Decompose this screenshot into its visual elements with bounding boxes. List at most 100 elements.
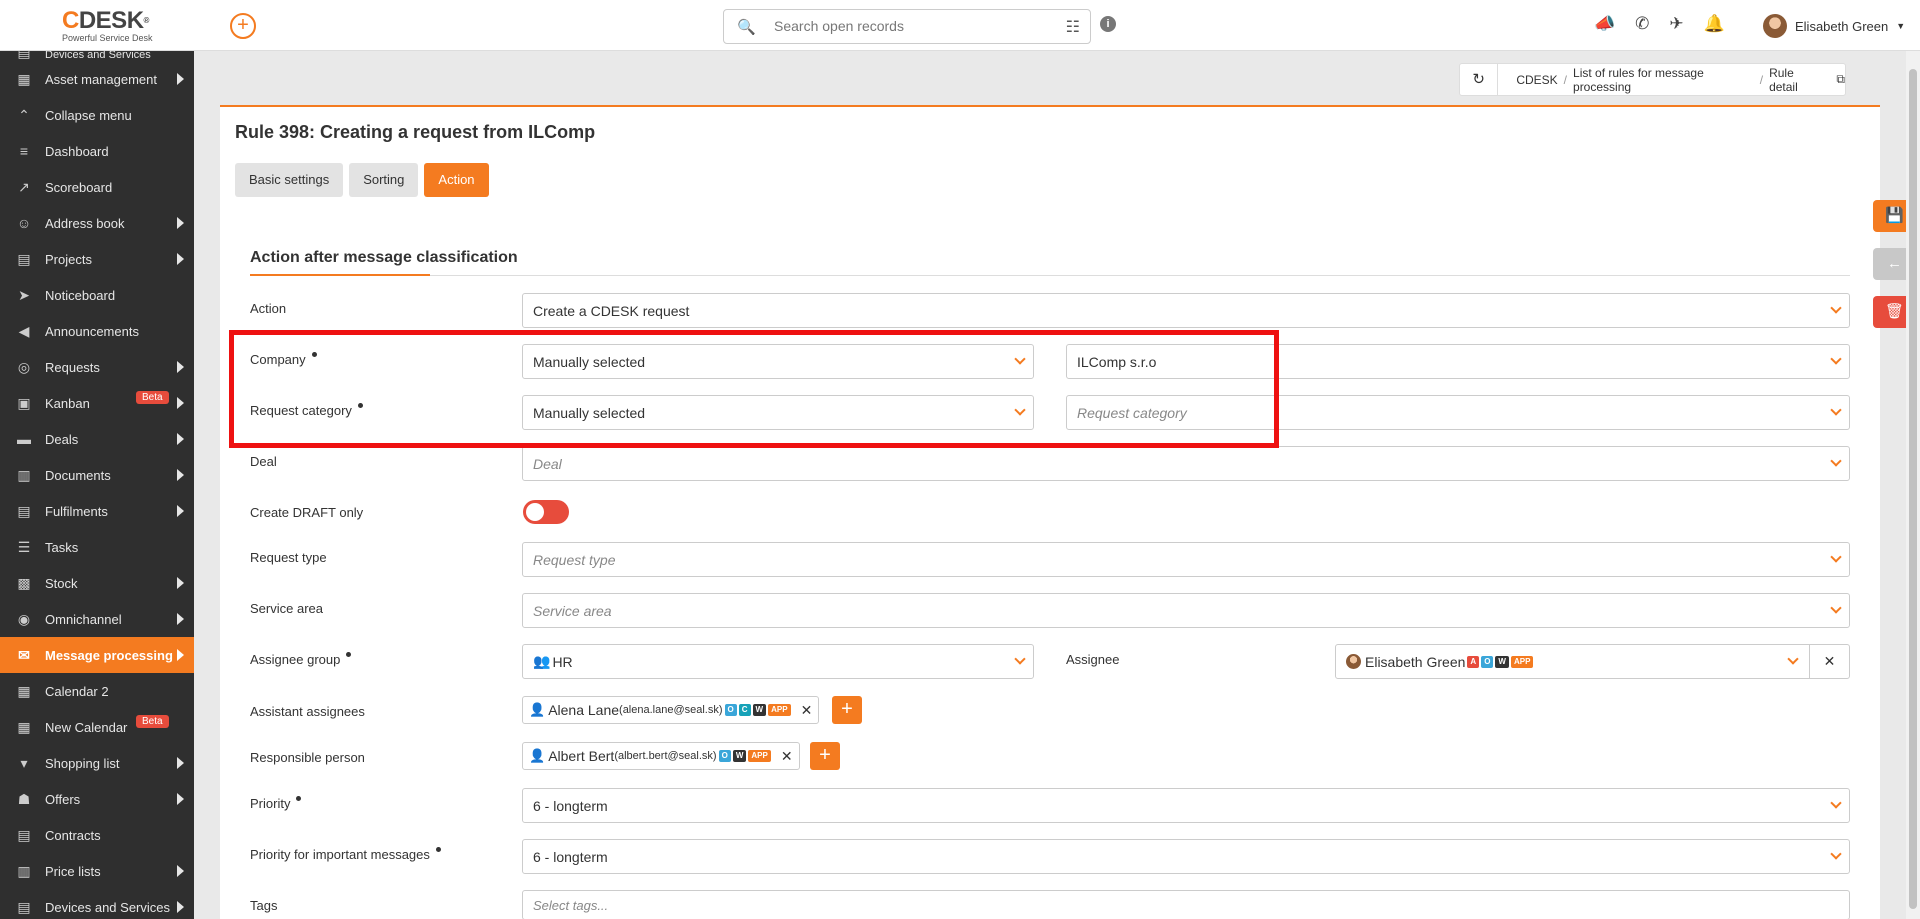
page-title: Rule 398: Creating a request from ILComp <box>235 122 596 142</box>
sidebar-item-tasks[interactable]: ☰ Tasks <box>0 529 194 565</box>
airplane-icon[interactable]: ✈ <box>1669 14 1683 34</box>
sidebar-item-deals[interactable]: ▬ Deals <box>0 421 194 457</box>
omnichannel-icon: ◉ <box>17 610 31 627</box>
chevron-down-icon <box>1830 455 1842 467</box>
assignee-label: Assignee <box>1066 652 1120 667</box>
fulfilments-icon: ▤ <box>17 502 31 519</box>
search-box[interactable]: 🔍 ☷ <box>723 9 1091 44</box>
chevron-down-icon <box>1830 797 1842 809</box>
remove-chip-icon[interactable]: ✕ <box>801 702 813 719</box>
chevron-right-icon <box>177 505 184 517</box>
sidebar-item-collapse-menu[interactable]: ⌃ Collapse menu <box>0 97 194 133</box>
rule-detail-panel: Rule 398: Creating a request from ILComp… <box>220 105 1880 919</box>
refresh-icon[interactable]: ↻ <box>1460 64 1499 95</box>
bell-icon[interactable]: 🔔 <box>1704 14 1725 34</box>
priority-important-select[interactable]: 6 - longterm <box>522 839 1850 874</box>
sidebar-item-label: Tasks <box>45 539 79 555</box>
sidebar-item-omnichannel[interactable]: ◉ Omnichannel <box>0 601 194 637</box>
sidebar-item-label: Asset management <box>45 71 158 87</box>
draft-toggle[interactable] <box>523 500 569 524</box>
price-icon: ▥ <box>17 862 31 879</box>
logo-tagline: Powerful Service Desk <box>62 33 153 43</box>
sidebar-item-contracts[interactable]: ▤ Contracts <box>0 817 194 853</box>
sidebar-item-announcements[interactable]: ◀ Announcements <box>0 313 194 349</box>
sidebar-item-noticeboard[interactable]: ➤ Noticeboard <box>0 277 194 313</box>
draft-label: Create DRAFT only <box>250 505 364 520</box>
sidebar-item-asset-management[interactable]: ▦ Asset management <box>0 61 194 97</box>
user-menu[interactable]: Elisabeth Green ▼ <box>1763 14 1905 38</box>
sidebar-item-devices-and-services[interactable]: ▤ Devices and Services <box>0 51 194 61</box>
sidebar-item-label: Announcements <box>45 323 139 339</box>
sidebar-item-label: Address book <box>45 215 125 231</box>
chevron-down-icon <box>1014 653 1026 665</box>
priority-select[interactable]: 6 - longterm <box>522 788 1850 823</box>
responsible-person-chip[interactable]: 👤 Albert Bert (albert.bert@seal.sk) O W APP… <box>522 742 800 770</box>
scrollbar[interactable] <box>1906 51 1920 919</box>
avatar <box>1763 14 1787 38</box>
add-record-button[interactable]: + <box>230 13 256 39</box>
remove-chip-icon[interactable]: ✕ <box>781 748 793 765</box>
sidebar-item-label: Projects <box>45 251 92 267</box>
sidebar-item-requests[interactable]: ◎ Requests <box>0 349 194 385</box>
beta-badge: Beta <box>136 391 169 404</box>
collapse-icon: ⌃ <box>18 106 30 123</box>
megaphone-icon[interactable]: 📣 <box>1594 14 1615 34</box>
group-icon: 👥 <box>533 653 551 669</box>
envelope-icon: ✉ <box>18 646 30 663</box>
sidebar-item-label: Collapse menu <box>45 107 132 123</box>
role-badge: O <box>724 704 737 716</box>
external-link-icon[interactable]: ⧉ <box>1836 72 1845 87</box>
request-type-select[interactable]: Request type <box>522 542 1850 577</box>
tab-basic-settings[interactable]: Basic settings <box>235 163 344 197</box>
tags-input[interactable]: Select tags... <box>522 890 1850 919</box>
asset-icon: ▦ <box>17 70 31 87</box>
search-input[interactable] <box>774 18 1044 34</box>
sidebar-item-shopping-list[interactable]: ▾ Shopping list <box>0 745 194 781</box>
sidebar-item-documents[interactable]: ▥ Documents <box>0 457 194 493</box>
info-icon[interactable]: i <box>1100 16 1116 32</box>
sidebar-item-kanban[interactable]: ▣ Kanban Beta <box>0 385 194 421</box>
breadcrumb-item[interactable]: List of rules for message processing <box>1573 66 1754 94</box>
sidebar-item-dashboard[interactable]: ≡ Dashboard <box>0 133 194 169</box>
chevron-right-icon <box>177 469 184 481</box>
clear-assignee-button[interactable]: ✕ <box>1809 645 1849 678</box>
sidebar-item-label: New Calendar <box>45 719 128 735</box>
tags-label: Tags <box>250 898 278 913</box>
sidebar-item-scoreboard[interactable]: ↗ Scoreboard <box>0 169 194 205</box>
dashboard-icon: ≡ <box>19 143 29 159</box>
chevron-right-icon <box>177 649 184 661</box>
sidebar-item-label: Shopping list <box>45 755 120 771</box>
logo[interactable]: CDESK® Powerful Service Desk <box>62 9 162 44</box>
breadcrumb: ↻ CDESK / List of rules for message proc… <box>1459 63 1846 96</box>
add-assistant-assignee-button[interactable]: + <box>832 696 862 724</box>
assistant-assignee-chip[interactable]: 👤 Alena Lane (alena.lane@seal.sk) O C W APP … <box>522 696 820 724</box>
sidebar-item-stock[interactable]: ▩ Stock <box>0 565 194 601</box>
sidebar-item-devices-and-services[interactable]: ▤ Devices and Services <box>0 889 194 919</box>
sidebar-item-new-calendar[interactable]: ▦ New Calendar Beta <box>0 709 194 745</box>
service-area-select[interactable]: Service area <box>522 593 1850 628</box>
add-responsible-person-button[interactable]: + <box>810 742 840 770</box>
phone-icon[interactable]: ✆ <box>1635 14 1649 34</box>
action-select[interactable]: Create a CDESK request <box>522 293 1850 328</box>
tab-sorting[interactable]: Sorting <box>349 163 419 197</box>
chevron-right-icon <box>177 397 184 409</box>
assignee-group-select[interactable]: 👥 HR <box>522 644 1034 679</box>
breadcrumb-item: Rule detail <box>1769 65 1798 94</box>
filter-settings-icon[interactable]: ☷ <box>1066 17 1080 37</box>
breadcrumb-item[interactable]: CDESK <box>1516 73 1557 87</box>
deal-select[interactable]: Deal <box>522 446 1850 481</box>
sidebar-item-label: Devices and Services <box>45 51 151 61</box>
sidebar-item-projects[interactable]: ▤ Projects <box>0 241 194 277</box>
paper-plane-icon: ➤ <box>18 286 30 303</box>
priority-label: Priority <box>250 796 302 811</box>
sidebar-item-message-processing[interactable]: ✉ Message processing <box>0 637 194 673</box>
sidebar-item-label: Scoreboard <box>45 179 113 195</box>
sidebar-item-calendar-2[interactable]: ▦ Calendar 2 <box>0 673 194 709</box>
sidebar-item-address-book[interactable]: ☺ Address book <box>0 205 194 241</box>
assignee-select[interactable]: Elisabeth Green A O W APP ✕ <box>1335 644 1850 679</box>
sidebar-item-price-lists[interactable]: ▥ Price lists <box>0 853 194 889</box>
tab-action[interactable]: Action <box>424 163 489 197</box>
sidebar-item-fulfilments[interactable]: ▤ Fulfilments <box>0 493 194 529</box>
tab-bar: Basic settings Sorting Action <box>235 163 489 197</box>
sidebar-item-offers[interactable]: ☗ Offers <box>0 781 194 817</box>
